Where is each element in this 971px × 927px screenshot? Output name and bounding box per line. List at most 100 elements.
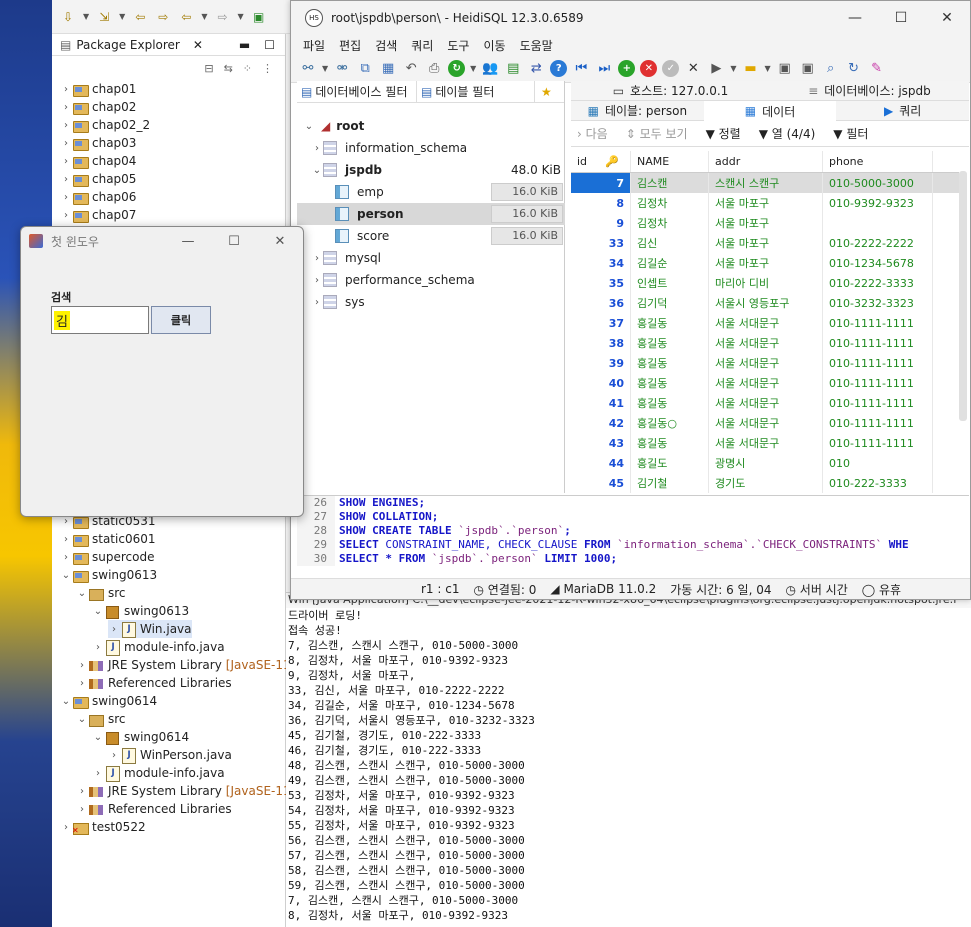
table-cell[interactable]: 41 — [571, 393, 631, 413]
tree-item[interactable]: › static0601 — [60, 530, 156, 548]
db-tree-item[interactable]: score 16.0 KiB — [297, 225, 565, 247]
db-tree-item[interactable]: › information_schema — [297, 137, 565, 159]
db-tree-item[interactable]: › performance_schema — [297, 269, 565, 291]
tree-item[interactable]: ⌄ src — [76, 710, 126, 728]
replace-icon[interactable]: ↻ — [845, 60, 863, 78]
column-header[interactable]: id 🔑 — [571, 151, 631, 172]
database-tab[interactable]: ≡ 데이터베이스: jspdb — [770, 81, 969, 101]
chevron-right-icon[interactable]: › — [60, 120, 72, 131]
table-row[interactable]: 33 김신 서울 마포구 010-2222-2222 — [571, 233, 959, 253]
minimize-button[interactable]: — — [832, 10, 878, 26]
table-cell[interactable]: 40 — [571, 373, 631, 393]
table-cell[interactable]: 경기도 — [709, 473, 823, 493]
column-header[interactable]: NAME — [631, 151, 709, 172]
chevron-right-icon[interactable]: › — [76, 804, 88, 815]
tree-item[interactable]: ⌄ swing0614 — [60, 692, 157, 710]
tree-item[interactable]: ⌄ src — [76, 584, 126, 602]
sql-log[interactable]: 26 SHOW ENGINES; 27 SHOW COLLATION; 28 SHOW C… — [297, 495, 969, 573]
dropdown-arrow-icon[interactable]: ▼ — [764, 64, 770, 73]
vertical-scrollbar[interactable] — [959, 171, 967, 421]
table-cell[interactable]: 8 — [571, 193, 631, 213]
package-explorer-tab[interactable]: ▤ Package Explorer ✕ — [60, 38, 203, 52]
run-query-icon[interactable]: ▶ — [707, 60, 725, 78]
menu-item[interactable]: 파일 — [303, 37, 325, 54]
table-row[interactable]: 45 김기철 경기도 010-222-3333 — [571, 473, 959, 493]
table-cell[interactable]: 홍길동○ — [631, 413, 709, 433]
tree-item[interactable]: › JRE System Library [JavaSE-11] — [76, 656, 295, 674]
collapse-all-icon[interactable]: ⊟ — [204, 62, 213, 75]
chevron-down-icon[interactable]: ⌄ — [311, 165, 323, 176]
chevron-right-icon[interactable]: › — [311, 297, 323, 308]
table-cell[interactable]: 서울 마포구 — [709, 193, 823, 213]
tree-item[interactable]: › Win.java — [108, 620, 192, 638]
table-cell[interactable]: 9 — [571, 213, 631, 233]
table-cell[interactable]: 43 — [571, 433, 631, 453]
table-cell[interactable]: 010-1111-1111 — [823, 413, 933, 433]
dropdown-arrow-icon[interactable]: ▼ — [322, 64, 328, 73]
link-with-editor-icon[interactable]: ⇆ — [224, 62, 233, 75]
table-row[interactable]: 9 김정차 서울 마포구 — [571, 213, 959, 233]
save-as-icon[interactable]: ▣ — [799, 60, 817, 78]
chevron-right-icon[interactable]: › — [76, 660, 88, 671]
db-tree-item[interactable]: ⌄ jspdb 48.0 KiB — [297, 159, 565, 181]
dropdown-arrow-icon[interactable]: ▼ — [237, 12, 243, 21]
table-cell[interactable]: 서울 서대문구 — [709, 433, 823, 453]
db-tree-item[interactable]: › sys — [297, 291, 565, 313]
tree-item[interactable]: ⌄ swing0613 — [92, 602, 189, 620]
tree-item[interactable]: › chap03 — [60, 134, 136, 152]
export-icon[interactable]: ▤ — [504, 60, 522, 78]
table-cell[interactable]: 35 — [571, 273, 631, 293]
column-header[interactable]: addr — [709, 151, 823, 172]
table-cell[interactable]: 010-5000-3000 — [823, 173, 933, 193]
chevron-right-icon[interactable]: › — [108, 624, 120, 635]
db-tree-item[interactable]: ⌄ ◢ root — [297, 115, 565, 137]
table-cell[interactable]: 010-1111-1111 — [823, 333, 933, 353]
filter-button[interactable]: ▼ 필터 — [833, 125, 868, 142]
paste-icon[interactable]: ▦ — [379, 60, 397, 78]
table-cell[interactable]: 홍길동 — [631, 373, 709, 393]
chevron-right-icon[interactable]: › — [76, 786, 88, 797]
tree-item[interactable]: › JRE System Library [JavaSE-11] — [76, 782, 295, 800]
table-cell[interactable]: 010-2222-2222 — [823, 233, 933, 253]
tree-item[interactable]: › chap02 — [60, 98, 136, 116]
cancel-icon[interactable]: ✕ — [684, 60, 702, 78]
tree-item[interactable]: › chap05 — [60, 170, 136, 188]
table-cell[interactable]: 서울 마포구 — [709, 253, 823, 273]
chevron-right-icon[interactable]: › — [92, 642, 104, 653]
table-cell[interactable]: 서울 마포구 — [709, 213, 823, 233]
table-cell[interactable]: 서울 서대문구 — [709, 393, 823, 413]
chevron-down-icon[interactable]: ⌄ — [92, 606, 104, 617]
table-row[interactable]: 35 인셉트 마리아 디비 010-2222-3333 — [571, 273, 959, 293]
tree-item[interactable]: › chap04 — [60, 152, 136, 170]
table-cell[interactable]: 서울 서대문구 — [709, 413, 823, 433]
forward-icon[interactable]: ⇨ — [214, 9, 230, 25]
chevron-right-icon[interactable]: › — [60, 156, 72, 167]
table-cell[interactable]: 010-1111-1111 — [823, 433, 933, 453]
table-cell[interactable]: 홍길동 — [631, 333, 709, 353]
maximize-icon[interactable]: ☐ — [264, 38, 275, 52]
table-filter[interactable]: ▤ 테이블 필터 — [417, 81, 535, 102]
view-menu-icon[interactable]: ⋮ — [262, 62, 273, 75]
table-row[interactable]: 41 홍길동 서울 서대문구 010-1111-1111 — [571, 393, 959, 413]
chevron-right-icon[interactable]: › — [60, 138, 72, 149]
chevron-down-icon[interactable]: ⌄ — [76, 588, 88, 599]
tree-item[interactable]: › chap01 — [60, 80, 136, 98]
chevron-right-icon[interactable]: › — [60, 210, 72, 221]
chevron-down-icon[interactable]: ⌄ — [60, 696, 72, 707]
tree-item[interactable]: › test0522 — [60, 818, 146, 836]
menu-item[interactable]: 쿼리 — [411, 37, 433, 54]
table-row[interactable]: 43 홍길동 서울 서대문구 010-1111-1111 — [571, 433, 959, 453]
maximize-button[interactable]: ☐ — [878, 10, 924, 26]
run-config-icon[interactable]: ⇲ — [96, 9, 112, 25]
chevron-right-icon[interactable]: › — [92, 768, 104, 779]
table-row[interactable]: 40 홍길동 서울 서대문구 010-1111-1111 — [571, 373, 959, 393]
table-cell[interactable]: 010-3232-3323 — [823, 293, 933, 313]
tree-item[interactable]: ⌄ swing0613 — [60, 566, 157, 584]
download-icon[interactable]: ⇩ — [60, 9, 76, 25]
tree-item[interactable]: › chap02_2 — [60, 116, 150, 134]
table-cell[interactable]: 010-9392-9323 — [823, 193, 933, 213]
table-cell[interactable]: 42 — [571, 413, 631, 433]
table-cell[interactable]: 010-1234-5678 — [823, 253, 933, 273]
table-cell[interactable]: 서울시 영등포구 — [709, 293, 823, 313]
table-cell[interactable]: 010-1111-1111 — [823, 373, 933, 393]
